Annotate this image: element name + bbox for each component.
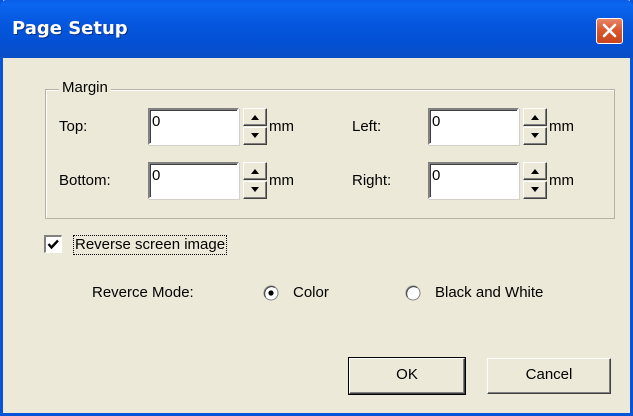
top-margin-decrease-button[interactable] <box>243 127 267 145</box>
right-margin-decrease-button[interactable] <box>523 181 547 199</box>
arrow-up-icon <box>251 169 259 174</box>
right-margin-input[interactable] <box>432 164 512 186</box>
arrow-up-icon <box>531 115 539 120</box>
top-margin-label: Top: <box>59 118 88 135</box>
radio-color[interactable] <box>263 285 279 301</box>
right-margin-unit: mm <box>549 172 574 189</box>
arrow-down-icon <box>251 133 259 138</box>
radio-color-label[interactable]: Color <box>293 284 329 301</box>
left-margin-field[interactable] <box>428 108 519 145</box>
bottom-margin-label: Bottom: <box>59 172 111 189</box>
bottom-margin-unit: mm <box>269 172 294 189</box>
left-margin-spinner[interactable] <box>523 108 547 145</box>
top-margin-input[interactable] <box>152 110 232 132</box>
top-margin-increase-button[interactable] <box>243 108 267 126</box>
right-margin-increase-button[interactable] <box>523 162 547 180</box>
right-margin-label: Right: <box>352 172 392 189</box>
top-margin-field[interactable] <box>148 108 239 145</box>
bottom-margin-decrease-button[interactable] <box>243 181 267 199</box>
arrow-down-icon <box>531 187 539 192</box>
top-margin-unit: mm <box>269 118 294 135</box>
left-margin-increase-button[interactable] <box>523 108 547 126</box>
close-x-icon <box>602 23 617 38</box>
checkmark-icon <box>47 239 59 250</box>
page-setup-dialog: Page Setup Margin Top: mm Left: <box>0 0 633 416</box>
bottom-margin-input[interactable] <box>152 164 232 186</box>
arrow-up-icon <box>251 115 259 120</box>
ok-button[interactable]: OK <box>348 357 466 395</box>
right-margin-spinner[interactable] <box>523 162 547 199</box>
bottom-margin-field[interactable] <box>148 162 239 199</box>
radio-selected-dot-icon <box>268 290 274 296</box>
arrow-down-icon <box>251 187 259 192</box>
reverse-image-label[interactable]: Reverse screen image <box>73 235 228 255</box>
left-margin-unit: mm <box>549 118 574 135</box>
top-margin-spinner[interactable] <box>243 108 267 145</box>
arrow-down-icon <box>531 133 539 138</box>
radio-black-and-white-label[interactable]: Black and White <box>435 284 543 301</box>
arrow-up-icon <box>531 169 539 174</box>
radio-black-and-white[interactable] <box>405 285 421 301</box>
left-margin-input[interactable] <box>432 110 512 132</box>
title-bar[interactable]: Page Setup <box>0 0 633 58</box>
bottom-margin-spinner[interactable] <box>243 162 267 199</box>
bottom-margin-increase-button[interactable] <box>243 162 267 180</box>
left-margin-label: Left: <box>352 118 382 135</box>
right-margin-field[interactable] <box>428 162 519 199</box>
margin-group-title: Margin <box>59 79 111 96</box>
left-margin-decrease-button[interactable] <box>523 127 547 145</box>
close-button[interactable] <box>596 18 623 44</box>
cancel-button[interactable]: Cancel <box>487 358 611 394</box>
reverse-image-checkbox[interactable] <box>44 235 62 253</box>
dialog-title: Page Setup <box>12 18 128 39</box>
reverse-mode-label: Reverce Mode: <box>92 284 194 301</box>
